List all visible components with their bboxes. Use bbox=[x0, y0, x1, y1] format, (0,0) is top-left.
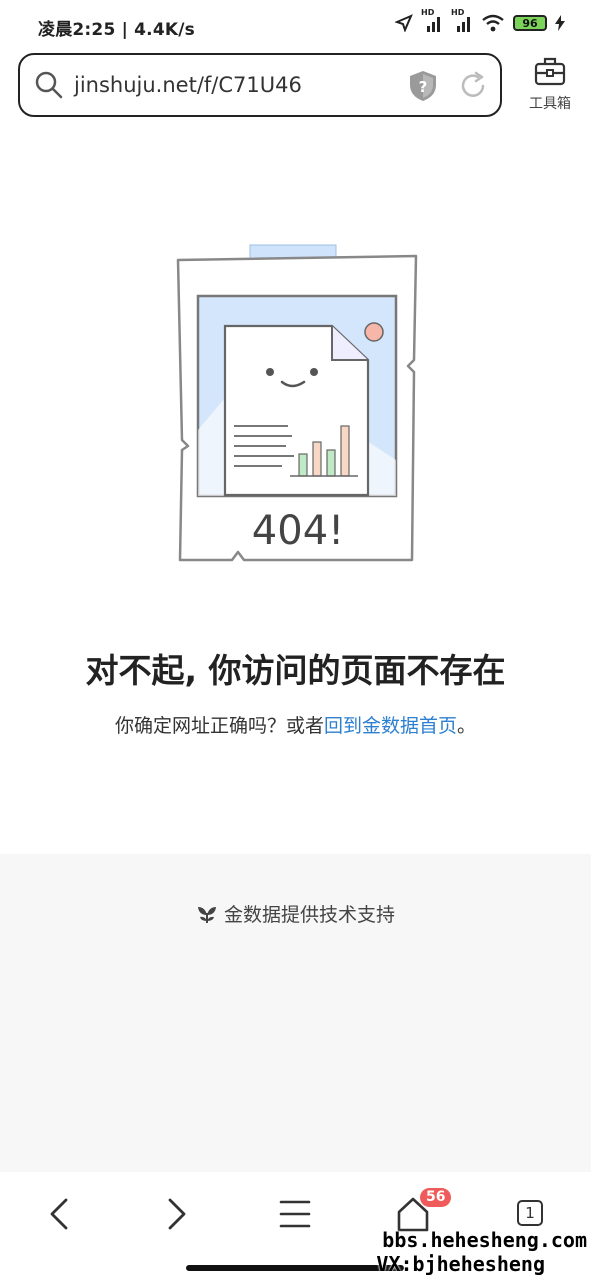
toolbox-icon bbox=[534, 57, 566, 86]
status-icons: HD HD 96 bbox=[395, 8, 565, 32]
signal-icon: HD bbox=[421, 8, 443, 32]
watermark-line1: bbs.hehesheng.com bbox=[382, 1228, 587, 1252]
chevron-right-icon[interactable] bbox=[162, 1194, 192, 1234]
svg-text:?: ? bbox=[419, 78, 428, 96]
footer: 金数据提供技术支持 bbox=[0, 854, 591, 1172]
location-icon bbox=[395, 14, 413, 32]
status-time: 凌晨2:25 | 4.4K/s bbox=[38, 20, 195, 40]
leaf-logo-icon bbox=[197, 906, 216, 923]
error-title: 对不起, 你访问的页面不存在 bbox=[85, 651, 506, 690]
menu-icon[interactable] bbox=[279, 1194, 311, 1234]
watermark-line2: VX:bjhehesheng bbox=[376, 1252, 545, 1276]
error-suffix: 。 bbox=[457, 715, 477, 737]
status-bar: 凌晨2:25 | 4.4K/s HD HD 96 bbox=[0, 0, 591, 50]
toolbox-button[interactable]: 工具箱 bbox=[520, 55, 580, 113]
error-subtitle: 你确定网址正确吗？或者回到金数据首页。 bbox=[0, 711, 591, 738]
error-illustration: 404! bbox=[176, 244, 418, 562]
tabs-button[interactable]: 1 bbox=[517, 1200, 543, 1226]
gesture-bar bbox=[186, 1265, 404, 1271]
shield-icon[interactable]: ? bbox=[407, 69, 439, 103]
powered-by: 金数据提供技术支持 bbox=[0, 900, 591, 927]
home-badge: 56 bbox=[420, 1188, 452, 1207]
search-icon bbox=[35, 71, 63, 99]
reload-icon[interactable] bbox=[458, 71, 488, 101]
chevron-left-icon[interactable] bbox=[44, 1194, 74, 1234]
address-bar[interactable]: jinshuju.net/f/C71U46 ? bbox=[18, 53, 502, 117]
error-code: 404! bbox=[252, 508, 344, 554]
charging-icon bbox=[555, 15, 565, 31]
powered-text: 金数据提供技术支持 bbox=[223, 904, 395, 926]
toolbox-label: 工具箱 bbox=[529, 96, 571, 112]
home-link[interactable]: 回到金数据首页 bbox=[324, 715, 457, 737]
signal-icon-2: HD bbox=[451, 8, 473, 32]
wifi-icon bbox=[482, 14, 504, 32]
url-text[interactable]: jinshuju.net/f/C71U46 bbox=[74, 73, 302, 97]
battery-icon: 96 bbox=[513, 15, 547, 31]
error-question: 你确定网址正确吗？或者 bbox=[114, 715, 324, 737]
